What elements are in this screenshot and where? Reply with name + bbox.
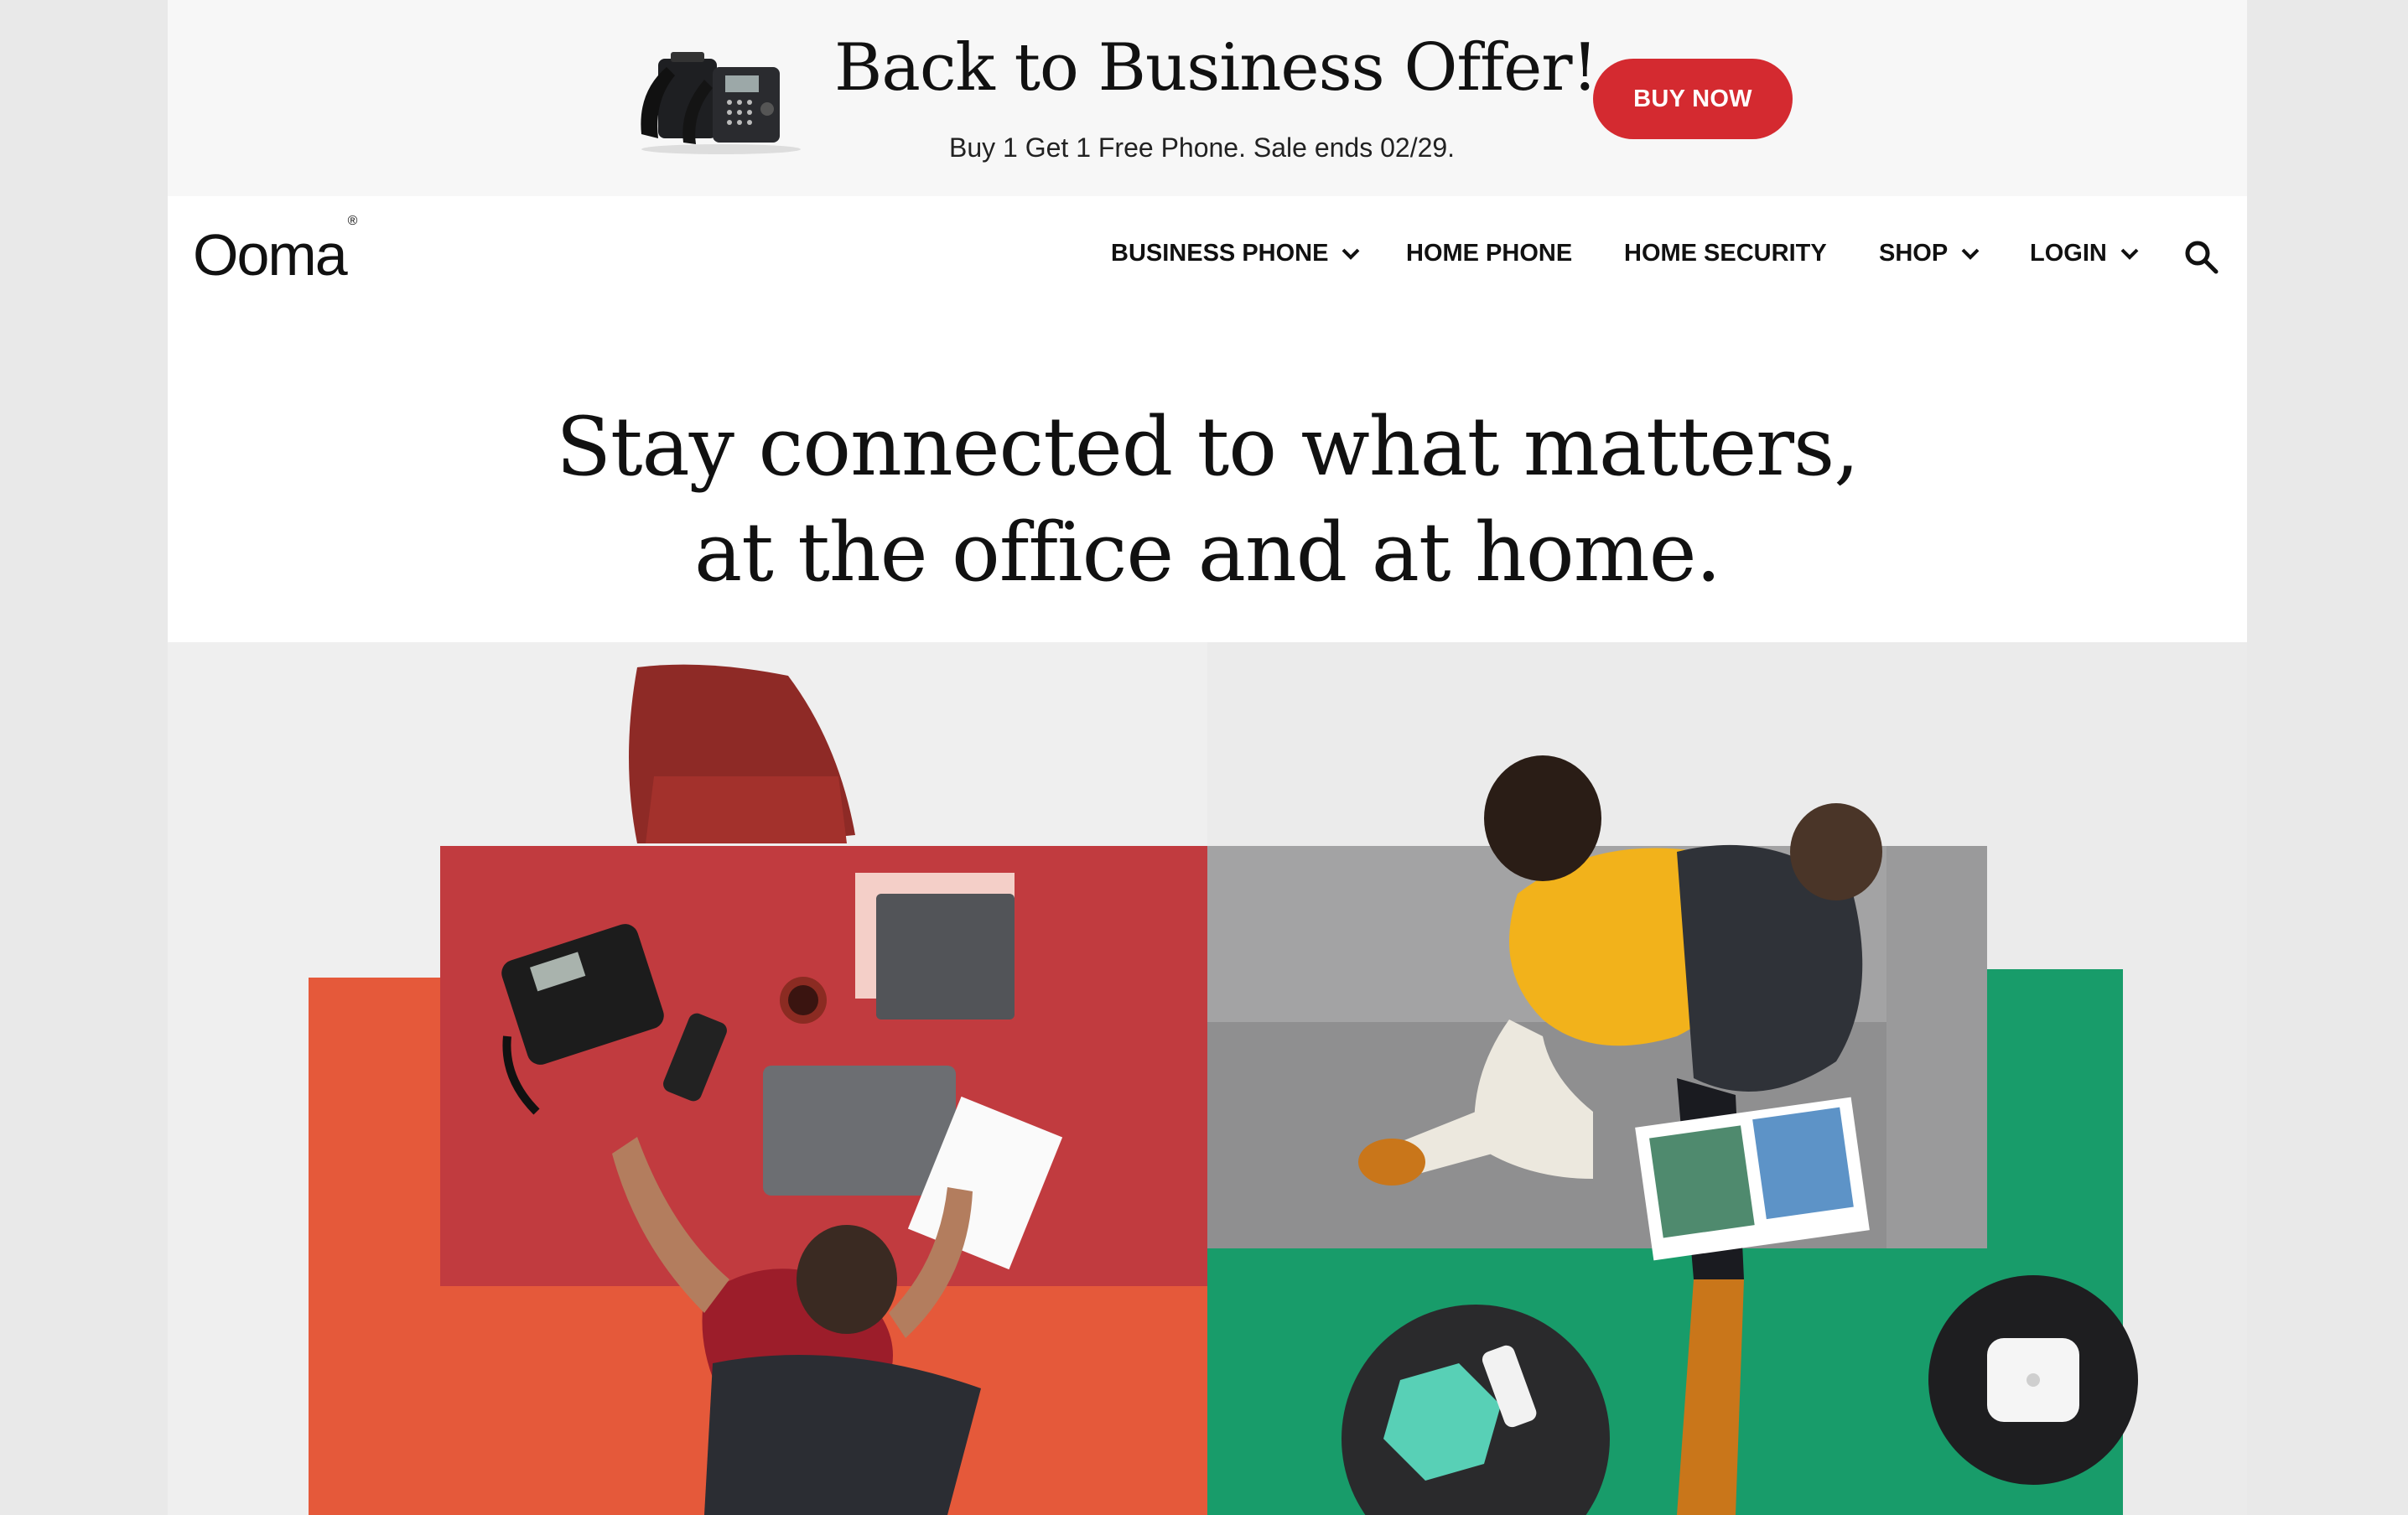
buy-now-button[interactable]: BUY NOW bbox=[1593, 59, 1793, 139]
hero-heading-line-2: at the office and at home. bbox=[693, 506, 1721, 599]
promo-subtitle: Buy 1 Get 1 Free Phone. Sale ends 02/29. bbox=[949, 132, 1456, 163]
nav-item-login[interactable]: LOGIN bbox=[2030, 240, 2139, 267]
main-nav: Ooma® BUSINESS PHONE HOME PHONE HOME SEC… bbox=[168, 196, 2247, 314]
desk-phones-image bbox=[641, 52, 801, 154]
chevron-down-icon bbox=[1961, 248, 1980, 260]
nav-item-shop[interactable]: SHOP bbox=[1879, 240, 1980, 267]
nav-item-label: HOME SECURITY bbox=[1624, 240, 1827, 267]
chevron-down-icon bbox=[1342, 248, 1360, 260]
registered-mark: ® bbox=[347, 213, 358, 228]
nav-item-label: LOGIN bbox=[2030, 240, 2107, 267]
nav-item-home-security[interactable]: HOME SECURITY bbox=[1624, 240, 1827, 267]
nav-item-label: BUSINESS PHONE bbox=[1111, 240, 1329, 267]
nav-item-home-phone[interactable]: HOME PHONE bbox=[1406, 240, 1572, 267]
nav-item-label: SHOP bbox=[1879, 240, 1949, 267]
hero-heading-line-1: Stay connected to what matters, bbox=[556, 400, 1860, 494]
hero-heading: Stay connected to what matters, at the o… bbox=[168, 394, 2247, 605]
promo-banner: Back to Business Offer! Buy 1 Get 1 Free… bbox=[168, 0, 2247, 196]
search-icon[interactable] bbox=[2184, 240, 2219, 275]
hero-image bbox=[168, 642, 2247, 1515]
chevron-down-icon bbox=[2120, 248, 2139, 260]
nav-item-label: HOME PHONE bbox=[1406, 240, 1573, 267]
ooma-logo[interactable]: Ooma® bbox=[193, 214, 357, 288]
promo-title: Back to Business Offer! bbox=[834, 30, 1598, 106]
logo-text: Ooma bbox=[193, 222, 348, 288]
nav-item-business-phone[interactable]: BUSINESS PHONE bbox=[1111, 240, 1360, 267]
page: Back to Business Offer! Buy 1 Get 1 Free… bbox=[168, 0, 2247, 1515]
